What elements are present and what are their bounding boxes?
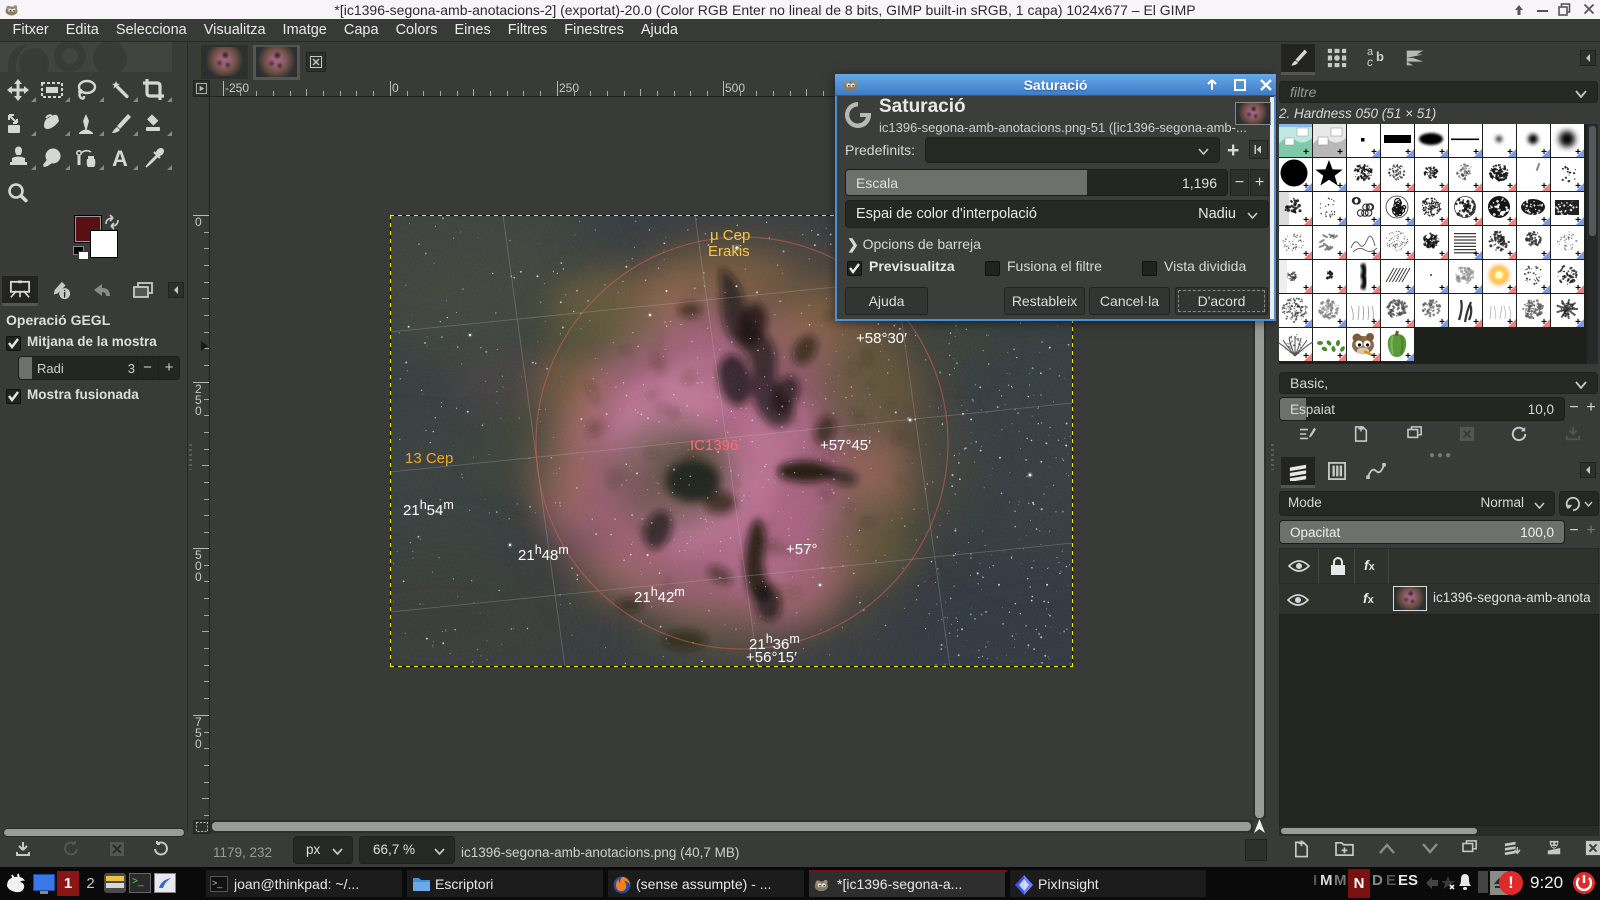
- svg-text:+: +: [1439, 283, 1445, 294]
- svg-text:+: +: [1575, 181, 1581, 192]
- svg-text:+: +: [1371, 147, 1377, 158]
- svg-text:+: +: [1507, 215, 1513, 226]
- svg-text:+: +: [1337, 147, 1343, 158]
- svg-text:+: +: [1303, 215, 1309, 226]
- svg-text:+: +: [1337, 249, 1343, 260]
- svg-text:+: +: [1337, 215, 1343, 226]
- svg-text:+: +: [1337, 181, 1343, 192]
- svg-text:+: +: [1507, 283, 1513, 294]
- svg-text:+: +: [1507, 249, 1513, 260]
- svg-text:+: +: [1337, 283, 1343, 294]
- svg-text:+: +: [1405, 317, 1411, 328]
- svg-text:+: +: [1541, 283, 1547, 294]
- svg-text:+: +: [1371, 317, 1377, 328]
- svg-text:+: +: [1371, 283, 1377, 294]
- svg-text:+: +: [1541, 249, 1547, 260]
- svg-text:+: +: [1303, 283, 1309, 294]
- svg-text:+: +: [1303, 351, 1309, 362]
- svg-text:+: +: [1507, 181, 1513, 192]
- svg-text:+: +: [1473, 283, 1479, 294]
- svg-text:+: +: [1439, 181, 1445, 192]
- svg-text:+: +: [1473, 317, 1479, 328]
- svg-text:+: +: [1541, 181, 1547, 192]
- svg-text:+: +: [1303, 317, 1309, 328]
- svg-text:+: +: [1337, 351, 1343, 362]
- svg-text:+: +: [1439, 249, 1445, 260]
- svg-text:+: +: [1575, 317, 1581, 328]
- svg-text:+: +: [1405, 351, 1411, 362]
- svg-text:+: +: [1575, 215, 1581, 226]
- svg-text:+: +: [1541, 147, 1547, 158]
- svg-text:+: +: [1303, 147, 1309, 158]
- svg-text:+: +: [1473, 147, 1479, 158]
- svg-text:+: +: [1371, 351, 1377, 362]
- svg-text:+: +: [1405, 181, 1411, 192]
- svg-text:+: +: [1303, 249, 1309, 260]
- svg-text:+: +: [1371, 249, 1377, 260]
- svg-text:+: +: [1575, 249, 1581, 260]
- svg-text:+: +: [1473, 215, 1479, 226]
- svg-text:+: +: [1439, 147, 1445, 158]
- svg-text:+: +: [1473, 181, 1479, 192]
- svg-text:A: A: [112, 146, 128, 170]
- svg-text:+: +: [1575, 283, 1581, 294]
- svg-text:+: +: [1405, 249, 1411, 260]
- svg-text:+: +: [1405, 283, 1411, 294]
- svg-text:+: +: [1303, 181, 1309, 192]
- svg-text:+: +: [1439, 317, 1445, 328]
- svg-text:+: +: [1405, 215, 1411, 226]
- svg-text:+: +: [1337, 317, 1343, 328]
- svg-text:+: +: [1473, 249, 1479, 260]
- svg-text:+: +: [1439, 215, 1445, 226]
- svg-text:+: +: [1507, 317, 1513, 328]
- svg-text:i: i: [63, 289, 66, 300]
- svg-text:+: +: [1541, 215, 1547, 226]
- svg-text:+: +: [1371, 215, 1377, 226]
- svg-text:+: +: [1541, 317, 1547, 328]
- svg-text:+: +: [1507, 147, 1513, 158]
- svg-text:+: +: [1575, 147, 1581, 158]
- svg-text:+: +: [1405, 147, 1411, 158]
- svg-text:+: +: [1371, 181, 1377, 192]
